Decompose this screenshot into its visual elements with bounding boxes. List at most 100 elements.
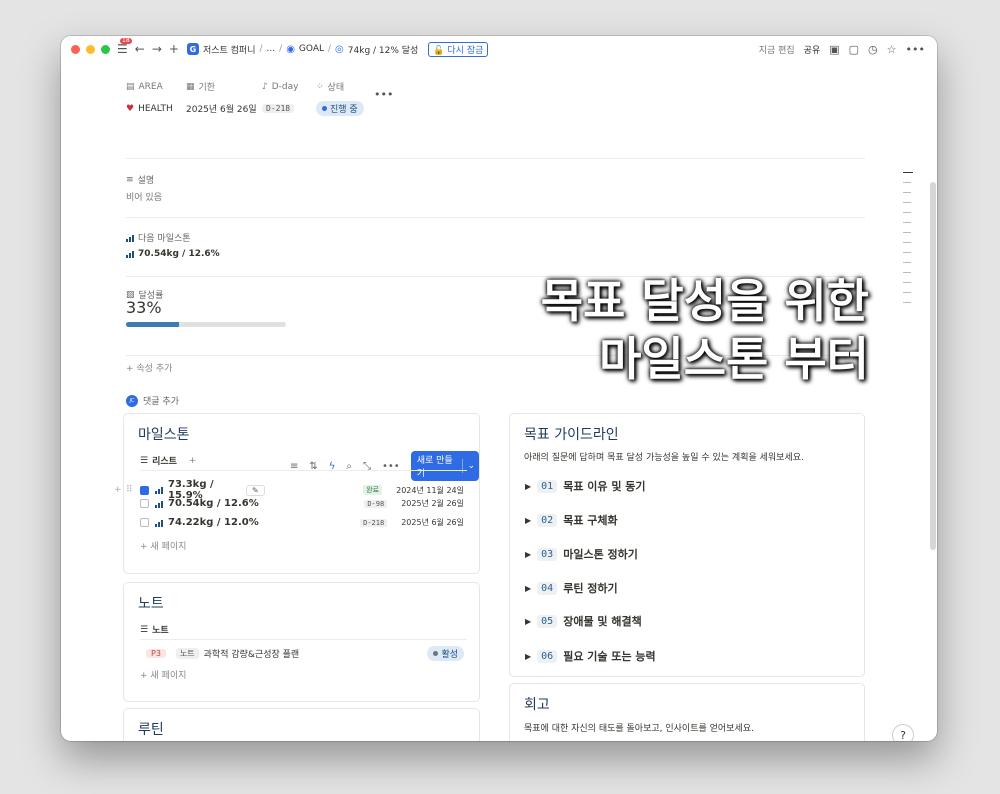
- more-properties-icon[interactable]: •••: [374, 88, 393, 101]
- toggle-triangle-icon[interactable]: ▶: [525, 652, 531, 661]
- toggle-item[interactable]: ▶ 03 마일스톤 정하기: [525, 546, 638, 562]
- milestone-bars-icon: [155, 500, 163, 508]
- milestone-date: 2024년 11월 24일: [396, 485, 464, 495]
- top-bar: ☰ 18 ← → + G 저스트 컴퍼니 / ... / ◉ GOAL / ◎ 7…: [61, 36, 937, 62]
- new-page-button[interactable]: + 새 페이지: [140, 668, 186, 681]
- milestone-date: 2025년 6월 26일: [401, 518, 464, 527]
- scrollbar[interactable]: [930, 182, 936, 550]
- milestones-title[interactable]: 마일스톤: [138, 424, 190, 444]
- guideline-title: 목표 가이드라인: [524, 427, 619, 443]
- status-value[interactable]: 진행 중: [316, 101, 364, 116]
- favorite-star-icon[interactable]: ☆: [887, 43, 897, 56]
- new-page-button[interactable]: + 새 페이지: [140, 539, 186, 552]
- milestone-name[interactable]: 74.22kg / 12.0%: [168, 517, 259, 528]
- notes-view-label: 노트: [152, 626, 169, 636]
- milestone-dday-tag: D-218: [360, 518, 388, 527]
- breadcrumb-goal[interactable]: GOAL: [299, 44, 324, 54]
- maximize-window-button[interactable]: [101, 44, 110, 54]
- prop-area[interactable]: ▤ AREA: [126, 80, 186, 93]
- new-milestone-button[interactable]: 새로 만들기 ⌄: [410, 451, 479, 481]
- new-page-plus-icon[interactable]: +: [169, 43, 179, 55]
- notes-card: 노트 ☰ 노트 P3 노트 과학적 감량&근성장 플랜 활성 + 새 페이지: [123, 582, 480, 702]
- area-value[interactable]: ♥ HEALTH: [126, 104, 186, 114]
- milestone-name[interactable]: 70.54kg / 12.6%: [168, 498, 259, 509]
- toggle-item[interactable]: ▶ 05 장애물 및 해결책: [525, 613, 642, 629]
- edit-icon[interactable]: ✎: [246, 484, 265, 496]
- routine-title[interactable]: 루틴: [138, 719, 164, 739]
- add-property-button[interactable]: + 속성 추가: [126, 361, 172, 374]
- toggle-item[interactable]: ▶ 01 목표 이유 및 동기: [525, 478, 646, 494]
- toggle-item[interactable]: ▶ 02 목표 구체화: [525, 512, 618, 528]
- note-name[interactable]: 과학적 감량&근성장 플랜: [204, 647, 300, 660]
- more-options-icon[interactable]: •••: [906, 43, 925, 56]
- next-milestone-value[interactable]: 70.54kg / 12.6%: [126, 249, 220, 259]
- breadcrumb-workspace[interactable]: 저스트 컴퍼니: [203, 43, 256, 56]
- table-row[interactable]: 74.22kg / 12.0% D-218 2025년 6월 26일: [140, 517, 464, 528]
- dday-label: D-day: [271, 81, 299, 92]
- area-icon: ▤: [126, 81, 135, 92]
- relock-label: 다시 잠금: [447, 45, 484, 56]
- priority-tag: P3: [146, 649, 166, 658]
- breadcrumb-current-page[interactable]: 74kg / 12% 달성: [348, 43, 419, 56]
- table-of-contents[interactable]: [903, 172, 913, 312]
- overlay-line-1: 목표 달성을 위한: [540, 274, 869, 328]
- add-view-icon[interactable]: +: [189, 456, 197, 466]
- forward-arrow-icon[interactable]: →: [152, 43, 162, 55]
- status-label: 상태: [327, 83, 345, 93]
- guideline-card: 목표 가이드라인 아래의 질문에 답하며 목표 달성 가능성을 높일 수 있는 …: [509, 413, 865, 677]
- milestones-view-tab[interactable]: ☰ 리스트 +: [140, 454, 197, 468]
- toggle-triangle-icon[interactable]: ▶: [525, 550, 531, 559]
- share-button[interactable]: 공유: [804, 43, 821, 56]
- deadline-value[interactable]: 2025년 6월 26일: [186, 102, 262, 115]
- help-icon[interactable]: ?: [892, 724, 914, 741]
- add-comment-label: 댓글 추가: [143, 397, 179, 407]
- guideline-description: 아래의 질문에 답하며 목표 달성 가능성을 높일 수 있는 계획을 세워보세요…: [524, 453, 804, 463]
- edited-status: 지금 편집: [758, 45, 795, 56]
- prop-deadline[interactable]: ▦ 기한: [186, 80, 262, 94]
- milestone-bars-icon: [155, 486, 163, 494]
- toggle-item[interactable]: ▶ 06 필요 기술 또는 능력: [525, 648, 656, 664]
- milestone-checkbox[interactable]: [140, 485, 149, 495]
- breadcrumb-ellipsis[interactable]: ...: [267, 44, 276, 54]
- toggle-triangle-icon[interactable]: ▶: [525, 482, 531, 491]
- minimize-window-button[interactable]: [86, 44, 95, 54]
- table-row[interactable]: 70.54kg / 12.6% D-98 2025년 2월 26일: [140, 498, 464, 509]
- prop-status[interactable]: ⁘ 상태: [316, 80, 345, 94]
- note-status-badge: 활성: [427, 646, 464, 661]
- new-button-label: 새로 만들기: [416, 456, 453, 479]
- prop-dday[interactable]: ♪ D-day: [262, 80, 316, 93]
- close-window-button[interactable]: [71, 44, 80, 54]
- toggle-triangle-icon[interactable]: ▶: [525, 617, 531, 626]
- area-label: AREA: [138, 81, 163, 92]
- database-icon: ◉: [286, 43, 295, 55]
- comments-icon[interactable]: ▢: [849, 43, 859, 56]
- drag-handle-icon[interactable]: ⠿: [126, 485, 140, 495]
- sidebar-toggle-icon[interactable]: ☰ 18: [117, 38, 132, 55]
- new-page-label: 새 페이지: [150, 542, 187, 552]
- layout-icon[interactable]: ▣: [829, 43, 839, 56]
- table-row[interactable]: P3 노트 과학적 감량&근성장 플랜 활성: [146, 646, 464, 661]
- avatar: JC: [126, 394, 138, 407]
- notes-title[interactable]: 노트: [138, 593, 164, 613]
- area-value-text: HEALTH: [138, 103, 173, 114]
- description-value[interactable]: 비어 있음: [126, 190, 162, 203]
- dday-value: D-218: [262, 104, 316, 113]
- overlay-caption: 목표 달성을 위한 마일스톤 부터: [371, 272, 869, 388]
- relock-button[interactable]: 🔓 다시 잠금: [428, 41, 489, 57]
- milestone-checkbox[interactable]: [140, 499, 149, 508]
- review-card: 회고 목표에 대한 자신의 태도를 돌아보고, 인사이트를 얻어보세요.: [509, 683, 865, 741]
- add-comment[interactable]: JC 댓글 추가: [126, 394, 179, 407]
- notes-view-tab[interactable]: ☰ 노트: [140, 623, 169, 637]
- toggle-triangle-icon[interactable]: ▶: [525, 516, 531, 525]
- app-window: ☰ 18 ← → + G 저스트 컴퍼니 / ... / ◉ GOAL / ◎ 7…: [61, 36, 937, 741]
- milestone-checkbox[interactable]: [140, 518, 149, 527]
- history-icon[interactable]: ◷: [868, 43, 878, 56]
- toggle-item[interactable]: ▶ 04 루틴 정하기: [525, 580, 618, 596]
- back-arrow-icon[interactable]: ←: [135, 43, 145, 55]
- topbar-actions: 지금 편집 공유 ▣ ▢ ◷ ☆ •••: [759, 43, 925, 56]
- milestones-card: 마일스톤 ☰ 리스트 + ≡ ⇅ ϟ ⌕ ⤡ ••• 새로 만들기 ⌄ + ⠿ 73.…: [114, 413, 480, 574]
- new-page-label: 새 페이지: [150, 671, 187, 681]
- add-row-icon[interactable]: +: [114, 485, 126, 495]
- toggle-triangle-icon[interactable]: ▶: [525, 584, 531, 593]
- milestone-bars-icon: [126, 250, 134, 258]
